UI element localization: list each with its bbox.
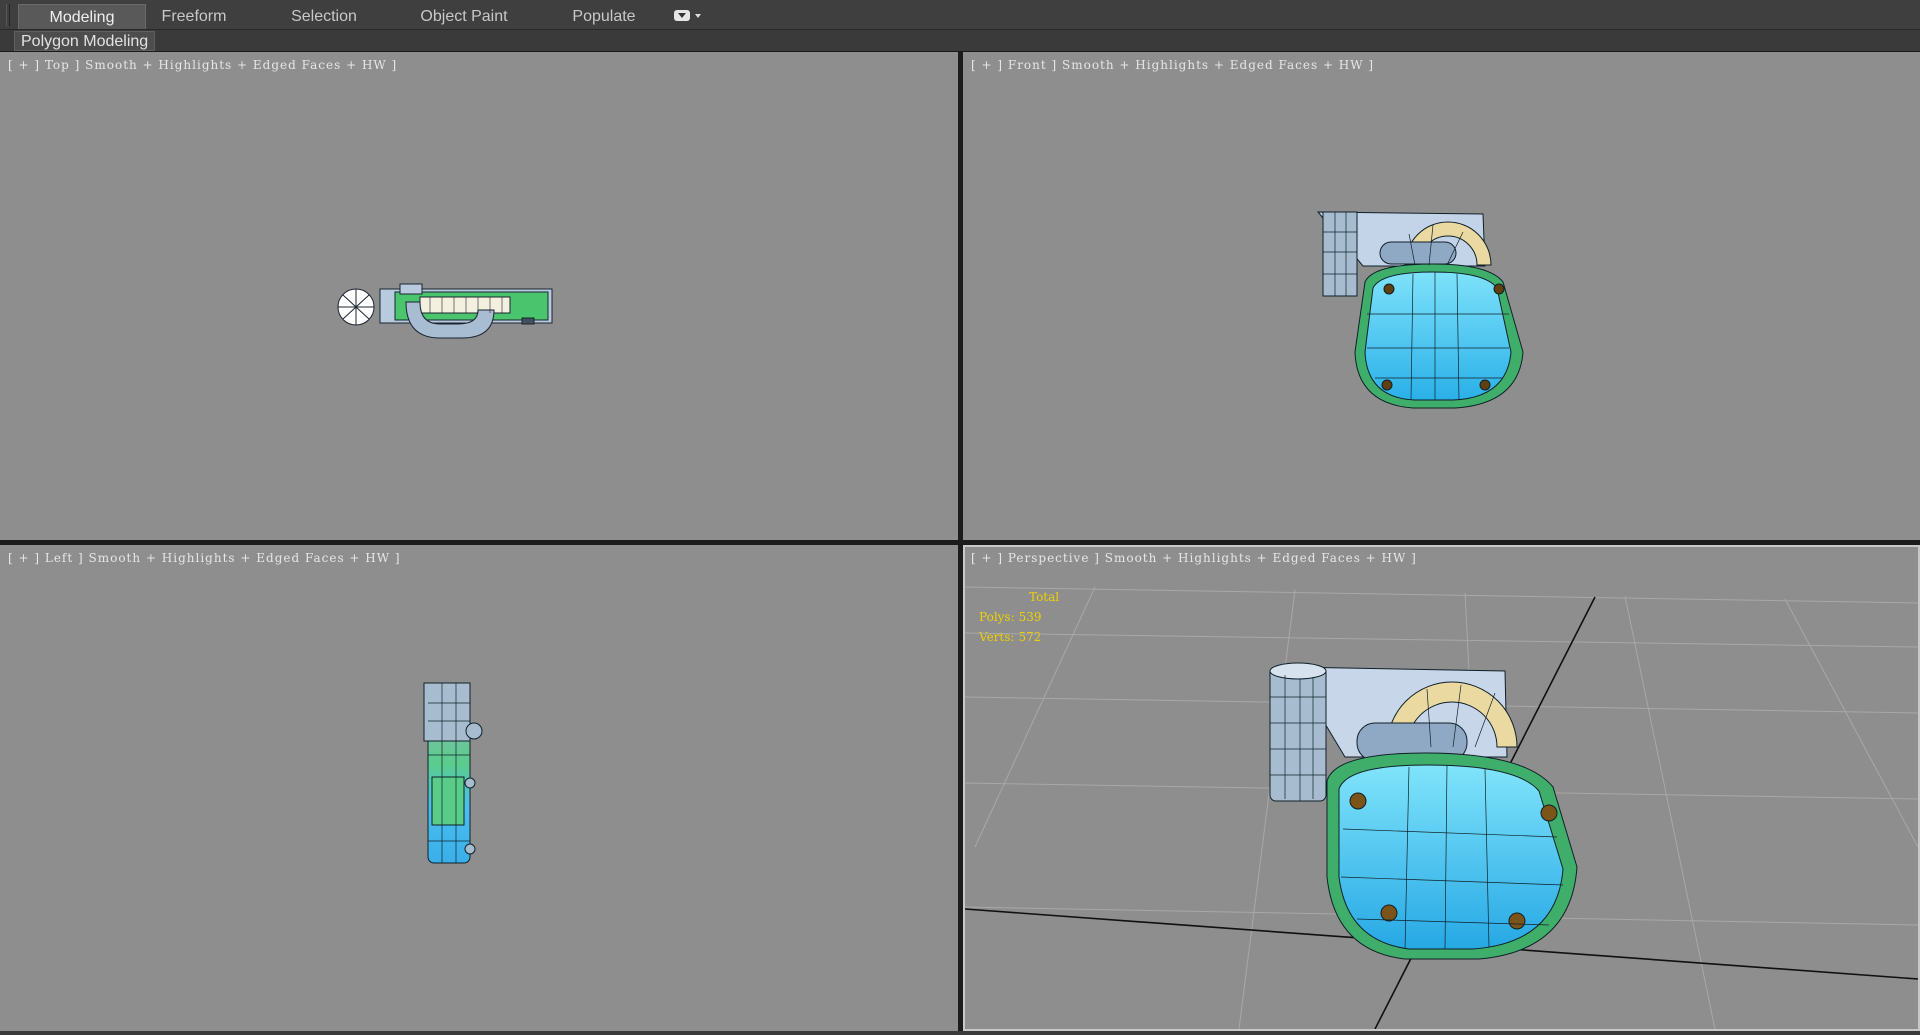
ribbon-tab-bar: Modeling Freeform Selection Object Paint…	[0, 0, 1920, 30]
model-left-view	[423, 682, 483, 864]
ribbon-grip[interactable]	[6, 4, 10, 26]
ribbon-panel: Polygon Modeling	[0, 30, 1920, 52]
tab-object-paint[interactable]: Object Paint	[405, 4, 523, 29]
tab-modeling[interactable]: Modeling	[18, 4, 146, 29]
model-perspective-view	[965, 586, 1918, 1029]
dropdown-caret-icon	[695, 14, 701, 18]
viewport-left[interactable]: [ + ] Left ] Smooth + Highlights + Edged…	[0, 545, 958, 1031]
viewport-perspective[interactable]: [ + ] Perspective ] Smooth + Highlights …	[963, 545, 1920, 1031]
tab-selection[interactable]: Selection	[280, 4, 368, 29]
viewport-top[interactable]: [ + ] Top ] Smooth + Highlights + Edged …	[0, 52, 958, 540]
ribbon-minimize-icon	[674, 10, 690, 21]
polygon-modeling-panel-button[interactable]: Polygon Modeling	[14, 31, 156, 51]
bottom-strip	[0, 1031, 1920, 1035]
viewport-front[interactable]: [ + ] Front ] Smooth + Highlights + Edge…	[963, 52, 1920, 540]
ribbon-minimize-button[interactable]	[672, 7, 706, 25]
tab-freeform[interactable]: Freeform	[150, 4, 238, 29]
model-front-view	[1316, 211, 1524, 409]
model-top-view	[337, 283, 553, 339]
tab-populate[interactable]: Populate	[560, 4, 648, 29]
